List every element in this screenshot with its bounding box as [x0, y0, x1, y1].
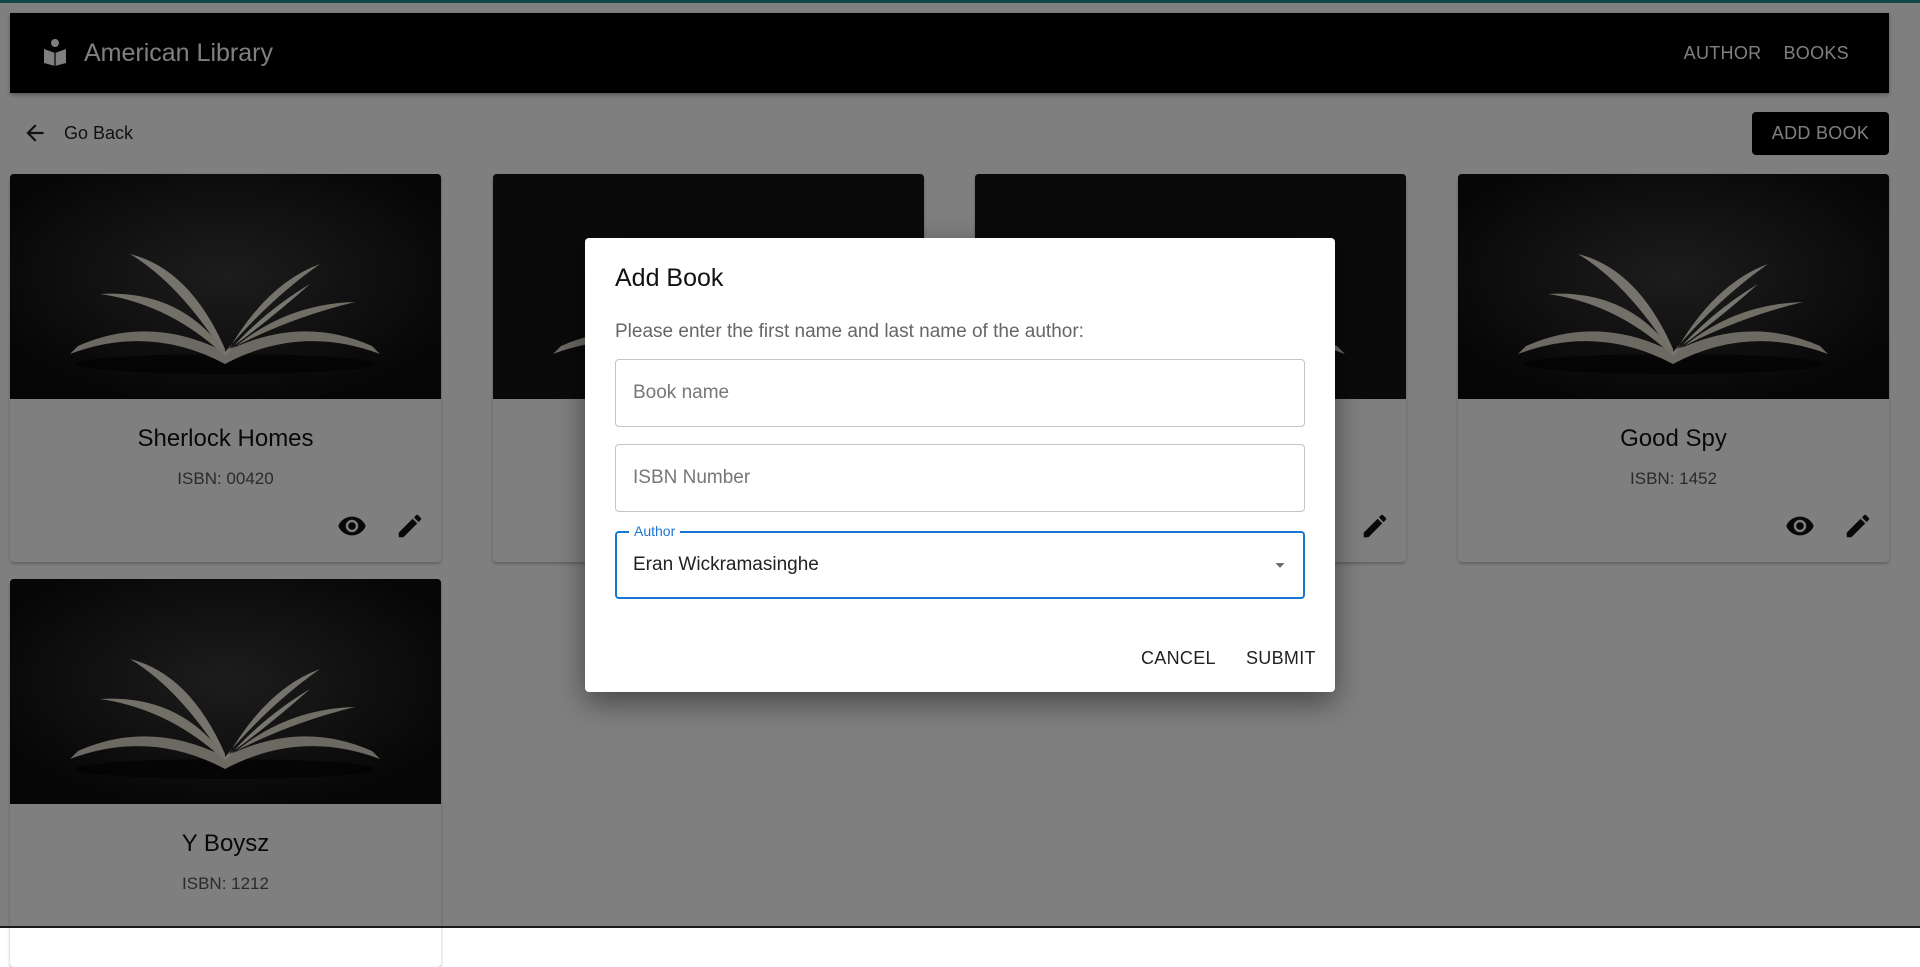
dialog-title: Add Book	[615, 264, 724, 292]
submit-button[interactable]: SUBMIT	[1246, 648, 1316, 669]
add-book-dialog: Add Book Please enter the first name and…	[585, 238, 1335, 692]
isbn-field	[615, 444, 1305, 512]
isbn-input[interactable]	[616, 445, 1304, 511]
book-name-field	[615, 359, 1305, 427]
book-name-input[interactable]	[616, 360, 1304, 426]
dialog-description: Please enter the first name and last nam…	[615, 321, 1084, 342]
author-select[interactable]: Author Eran Wickramasinghe	[615, 523, 1305, 599]
author-value: Eran Wickramasinghe	[633, 554, 819, 575]
cancel-button[interactable]: CANCEL	[1141, 648, 1216, 669]
dropdown-arrow-icon	[1275, 563, 1285, 568]
